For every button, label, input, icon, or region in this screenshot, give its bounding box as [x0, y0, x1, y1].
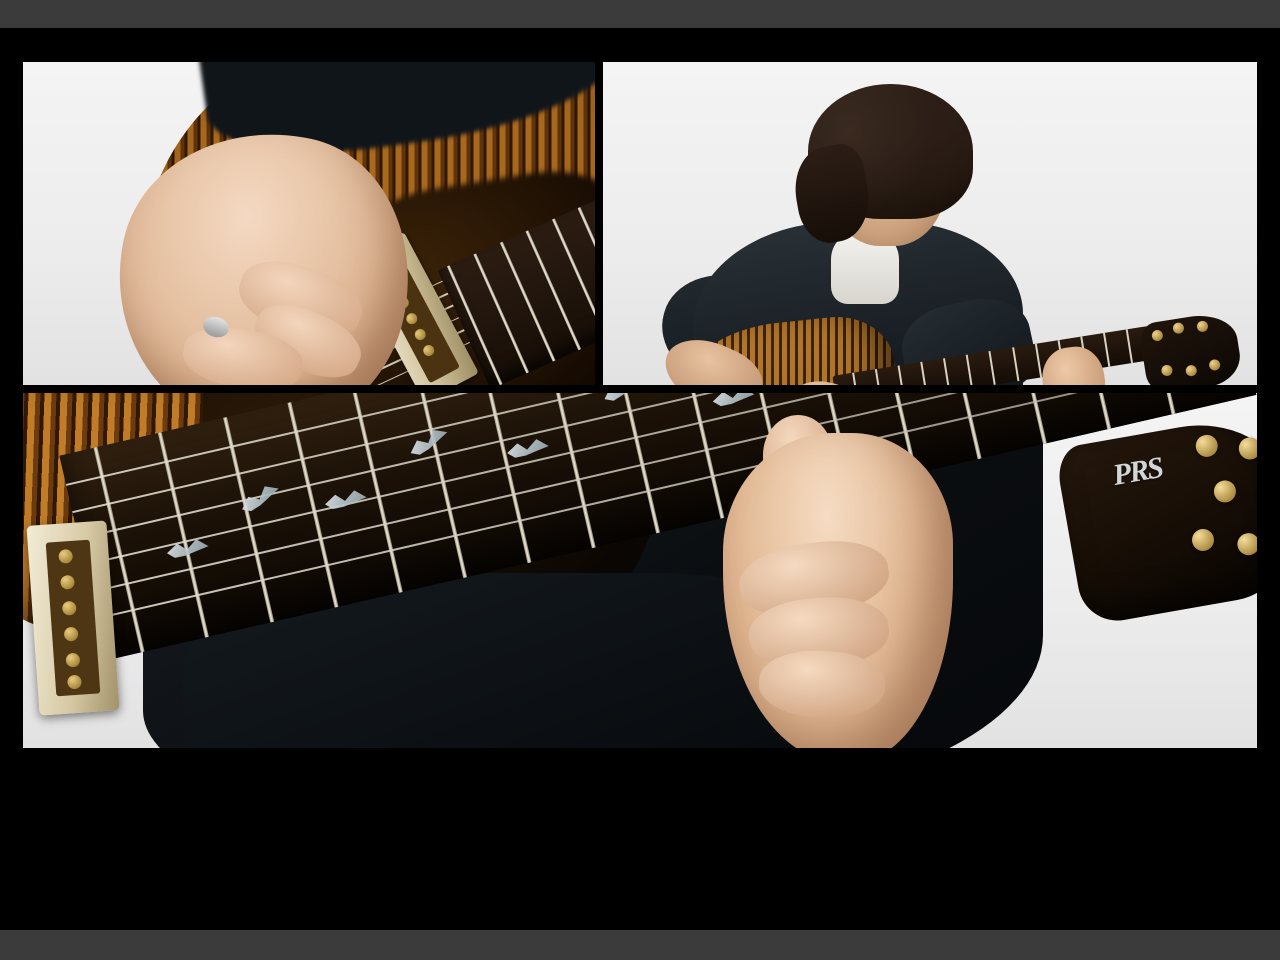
- video-panel-full-body[interactable]: [603, 62, 1257, 385]
- tuning-peg: [1235, 531, 1257, 557]
- video-player-app: PRS: [0, 0, 1280, 960]
- player-controls: 0:24 / 1:52: [0, 750, 1280, 930]
- tuning-peg: [1255, 481, 1257, 507]
- video-panel-fretboard[interactable]: PRS: [23, 393, 1257, 748]
- tuning-peg: [1193, 433, 1220, 459]
- bottom-chrome-bar: [0, 930, 1280, 960]
- top-chrome-bar: [0, 0, 1280, 28]
- guitar-headstock: [1054, 411, 1257, 627]
- humbucker-pickup: [26, 520, 120, 716]
- video-grid: PRS: [0, 28, 1280, 750]
- tuning-peg: [1190, 527, 1216, 553]
- bird-inlay: [599, 393, 646, 408]
- player-hair: [808, 84, 973, 219]
- video-panel-picking-hand[interactable]: [23, 62, 595, 385]
- tuning-peg: [1212, 478, 1238, 505]
- tuning-peg: [1237, 435, 1257, 462]
- bird-inlay: [712, 393, 756, 410]
